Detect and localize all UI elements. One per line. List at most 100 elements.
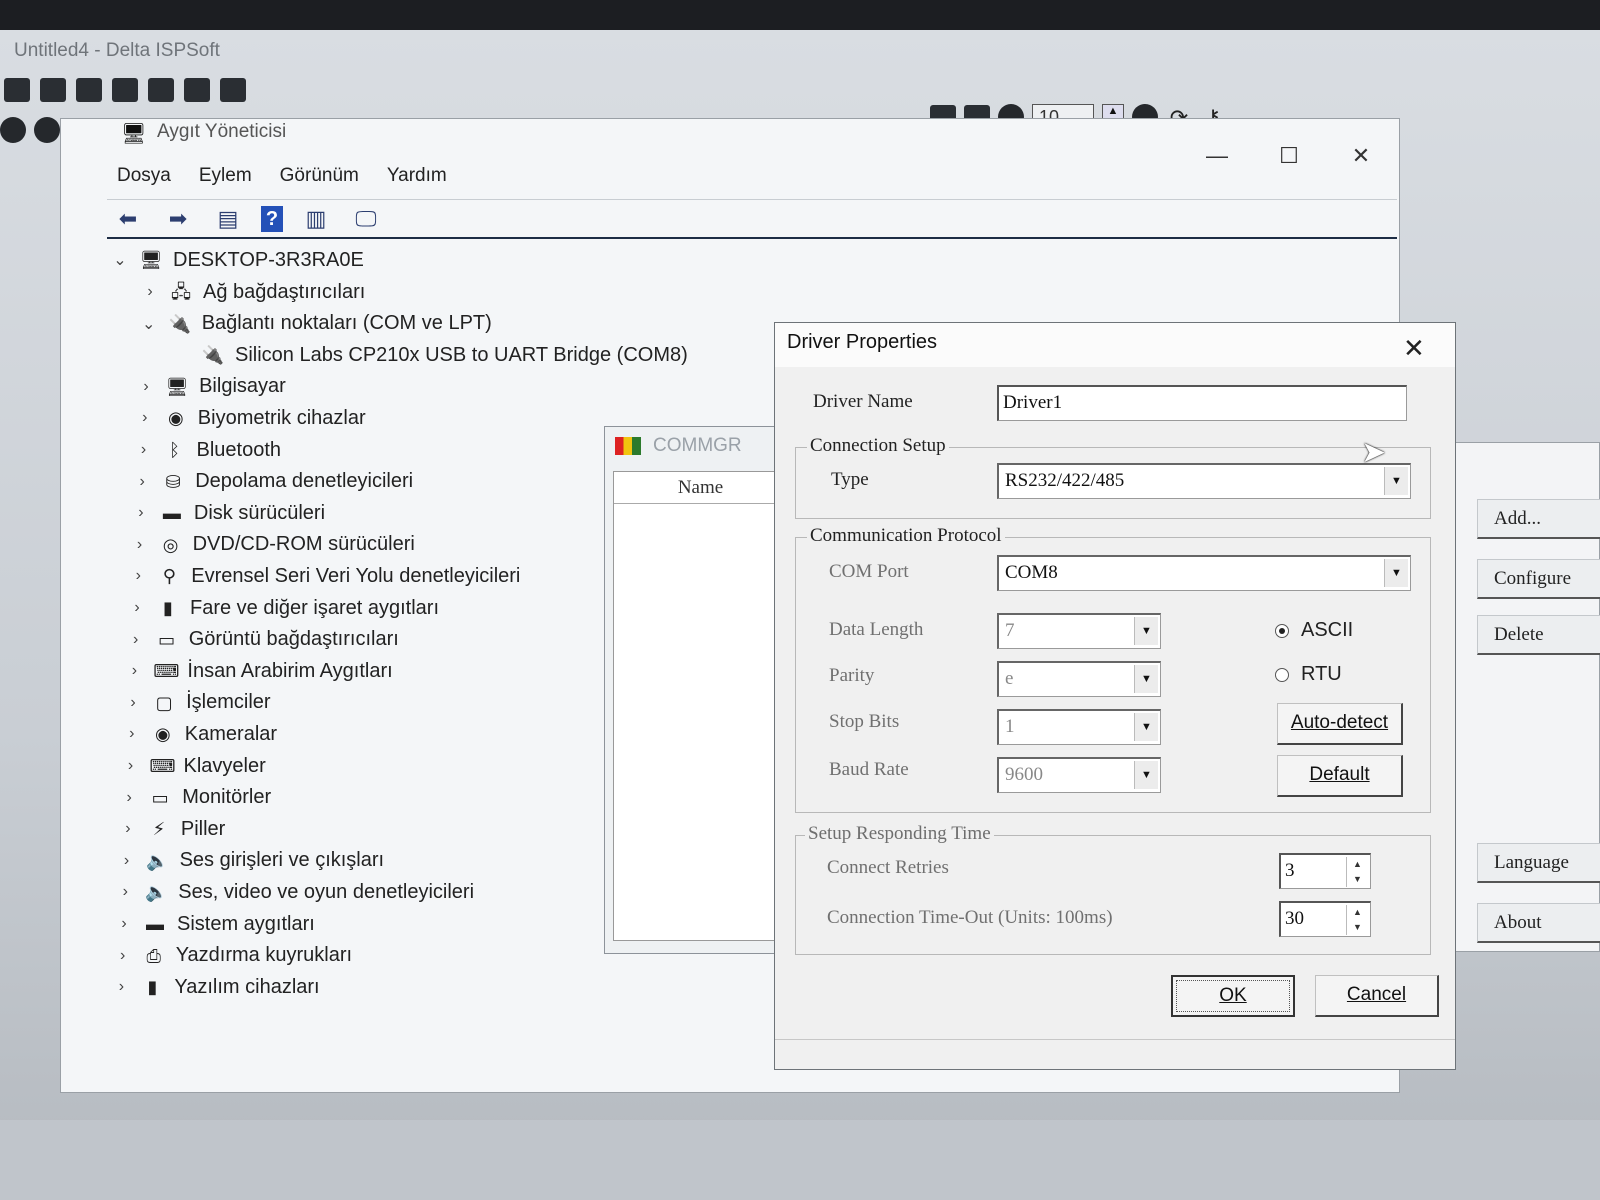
stop-icon[interactable] (34, 117, 60, 143)
tree-category-item[interactable]: › ᛒ Bluetooth (135, 435, 281, 465)
ascii-radio-indicator[interactable] (1275, 623, 1289, 638)
tree-category-item[interactable]: › ▮ Yazılım cihazları (112, 972, 320, 1002)
configure-button[interactable]: Configure (1477, 559, 1600, 599)
tree-category-item[interactable]: › 🔈 Ses, video ve oyun denetleyicileri (116, 877, 474, 907)
menu-eylem[interactable]: Eylem (199, 165, 252, 187)
tree-category-item[interactable]: › ▢ İşlemciler (124, 688, 270, 718)
tree-category-item[interactable]: › ⌨ İnsan Arabirim Aygıtları (125, 656, 393, 686)
chevron-right-icon[interactable]: › (120, 789, 138, 807)
tree-category-item[interactable]: › ▬ Sistem aygıtları (115, 909, 315, 939)
chevron-right-icon[interactable]: › (125, 662, 143, 680)
data-length-select[interactable]: 7 ▼ (997, 613, 1161, 649)
copy-icon[interactable] (184, 78, 210, 102)
tree-category-item[interactable]: › ▭ Görüntü bağdaştırıcıları (127, 625, 399, 655)
spinner-arrows-icon[interactable]: ▲ ▼ (1346, 857, 1368, 887)
delete-button[interactable]: Delete (1477, 615, 1600, 655)
chevron-right-icon[interactable]: › (128, 599, 146, 617)
tree-category-item[interactable]: › ◉ Biyometrik cihazlar (136, 403, 366, 433)
chevron-right-icon[interactable]: › (135, 441, 153, 459)
chevron-down-icon[interactable]: ⌄ (140, 314, 158, 334)
type-select[interactable]: RS232/422/485 ▼ (997, 463, 1411, 499)
tree-category-item[interactable]: › ⎙ Yazdırma kuyrukları (114, 941, 352, 971)
menu-yardim[interactable]: Yardım (387, 165, 447, 187)
chevron-down-icon[interactable]: ▼ (1384, 559, 1408, 587)
tree-category-item[interactable]: › ⚲ Evrensel Seri Veri Yolu denetleyiciler… (129, 561, 521, 591)
tree-category-item[interactable]: › 🖧 Ağ bağdaştırıcıları (141, 277, 365, 307)
chevron-right-icon[interactable]: › (122, 757, 140, 775)
tree-category-item[interactable]: › ◎ DVD/CD-ROM sürücüleri (131, 530, 415, 560)
tree-category-item[interactable]: › 🖥 Bilgisayar (137, 372, 285, 402)
chevron-down-icon[interactable]: ▼ (1134, 617, 1158, 645)
connect-retries-input[interactable]: 3 ▲ ▼ (1279, 853, 1371, 889)
rtu-radio[interactable]: RTU (1275, 663, 1342, 686)
baud-rate-select[interactable]: 9600 ▼ (997, 757, 1161, 793)
tree-category-item[interactable]: › ⚡ Piller (119, 814, 225, 844)
tree-category-item[interactable]: › ▮ Fare ve diğer işaret aygıtları (128, 593, 439, 623)
tree-device-item[interactable]: 🔌 Silicon Labs CP210x USB to UART Bridge … (201, 340, 688, 370)
ok-button[interactable]: OK (1171, 975, 1295, 1017)
stop-bits-select[interactable]: 1 ▼ (997, 709, 1161, 745)
tree-category-item[interactable]: ⌄ 🔌 Bağlantı noktaları (COM ve LPT) (140, 309, 492, 339)
rtu-radio-indicator[interactable] (1275, 667, 1289, 682)
cut-icon[interactable] (148, 78, 174, 102)
chevron-right-icon[interactable]: › (127, 631, 145, 649)
record-icon[interactable] (0, 117, 26, 143)
chevron-right-icon[interactable]: › (131, 536, 149, 554)
chevron-right-icon[interactable]: › (123, 725, 141, 743)
minimize-button[interactable]: — (1197, 143, 1237, 169)
chevron-down-icon[interactable]: ▼ (1134, 665, 1158, 693)
timeout-input[interactable]: 30 ▲ ▼ (1279, 901, 1371, 937)
column-header-name[interactable]: Name (614, 472, 787, 504)
chevron-right-icon[interactable]: › (124, 694, 142, 712)
com-port-select[interactable]: COM8 ▼ (997, 555, 1411, 591)
chevron-right-icon[interactable]: › (112, 978, 130, 996)
maximize-button[interactable]: ☐ (1269, 143, 1309, 169)
save-icon[interactable] (76, 78, 102, 102)
open-folder-icon[interactable] (40, 78, 66, 102)
print-icon[interactable] (112, 78, 138, 102)
close-button[interactable]: ✕ (1341, 143, 1381, 169)
chevron-right-icon[interactable]: › (116, 883, 134, 901)
tree-category-item[interactable]: › ⌨ Klavyeler (122, 751, 266, 781)
chevron-right-icon[interactable]: › (136, 409, 154, 427)
tree-category-item[interactable]: › ◉ Kameralar (123, 719, 277, 749)
dialog-close-button[interactable]: ✕ (1403, 333, 1425, 364)
chevron-right-icon[interactable]: › (129, 567, 147, 585)
new-file-icon[interactable] (4, 78, 30, 102)
chevron-right-icon[interactable]: › (133, 473, 151, 491)
update-driver-icon[interactable]: ▥ (299, 206, 333, 232)
tree-category-item[interactable]: › ▬ Disk sürücüleri (132, 498, 325, 528)
chevron-down-icon[interactable]: ▼ (1134, 761, 1158, 789)
chevron-right-icon[interactable]: › (132, 504, 150, 522)
menu-dosya[interactable]: Dosya (117, 165, 171, 187)
default-button[interactable]: Default (1277, 755, 1403, 797)
add-button[interactable]: Add... (1477, 499, 1600, 539)
driver-list[interactable]: Name (613, 471, 788, 941)
chevron-down-icon[interactable]: ▼ (1134, 713, 1158, 741)
driver-name-input[interactable]: Driver1 (997, 385, 1407, 421)
menu-gorunum[interactable]: Görünüm (280, 165, 359, 187)
spinner-arrows-icon[interactable]: ▲ ▼ (1346, 905, 1368, 935)
tree-category-item[interactable]: › ▭ Monitörler (120, 783, 272, 813)
chevron-down-icon[interactable]: ▼ (1384, 467, 1408, 495)
chevron-right-icon[interactable]: › (115, 915, 133, 933)
about-button[interactable]: About (1477, 903, 1600, 943)
compile-icon[interactable] (220, 78, 246, 102)
chevron-right-icon[interactable]: › (141, 283, 159, 301)
scan-hardware-icon[interactable]: 🖵 (349, 206, 383, 232)
chevron-right-icon[interactable]: › (137, 378, 155, 396)
parity-select[interactable]: e ▼ (997, 661, 1161, 697)
chevron-right-icon[interactable]: › (119, 820, 137, 838)
language-button[interactable]: Language (1477, 843, 1600, 883)
tree-root[interactable]: ⌄ 🖥 DESKTOP-3R3RA0E (111, 245, 364, 275)
auto-detect-button[interactable]: Auto-detect (1277, 703, 1403, 745)
chevron-right-icon[interactable]: › (114, 947, 132, 965)
cancel-button[interactable]: Cancel (1315, 975, 1439, 1017)
tree-category-item[interactable]: › 🔈 Ses girişleri ve çıkışları (118, 846, 384, 876)
ascii-radio[interactable]: ASCII (1275, 619, 1353, 642)
forward-arrow-icon[interactable]: ➡ (161, 206, 195, 232)
tree-category-item[interactable]: › ⛁ Depolama denetleyicileri (133, 467, 414, 497)
chevron-right-icon[interactable]: › (118, 852, 136, 870)
back-arrow-icon[interactable]: ⬅ (111, 206, 145, 232)
chevron-down-icon[interactable]: ⌄ (111, 250, 129, 270)
